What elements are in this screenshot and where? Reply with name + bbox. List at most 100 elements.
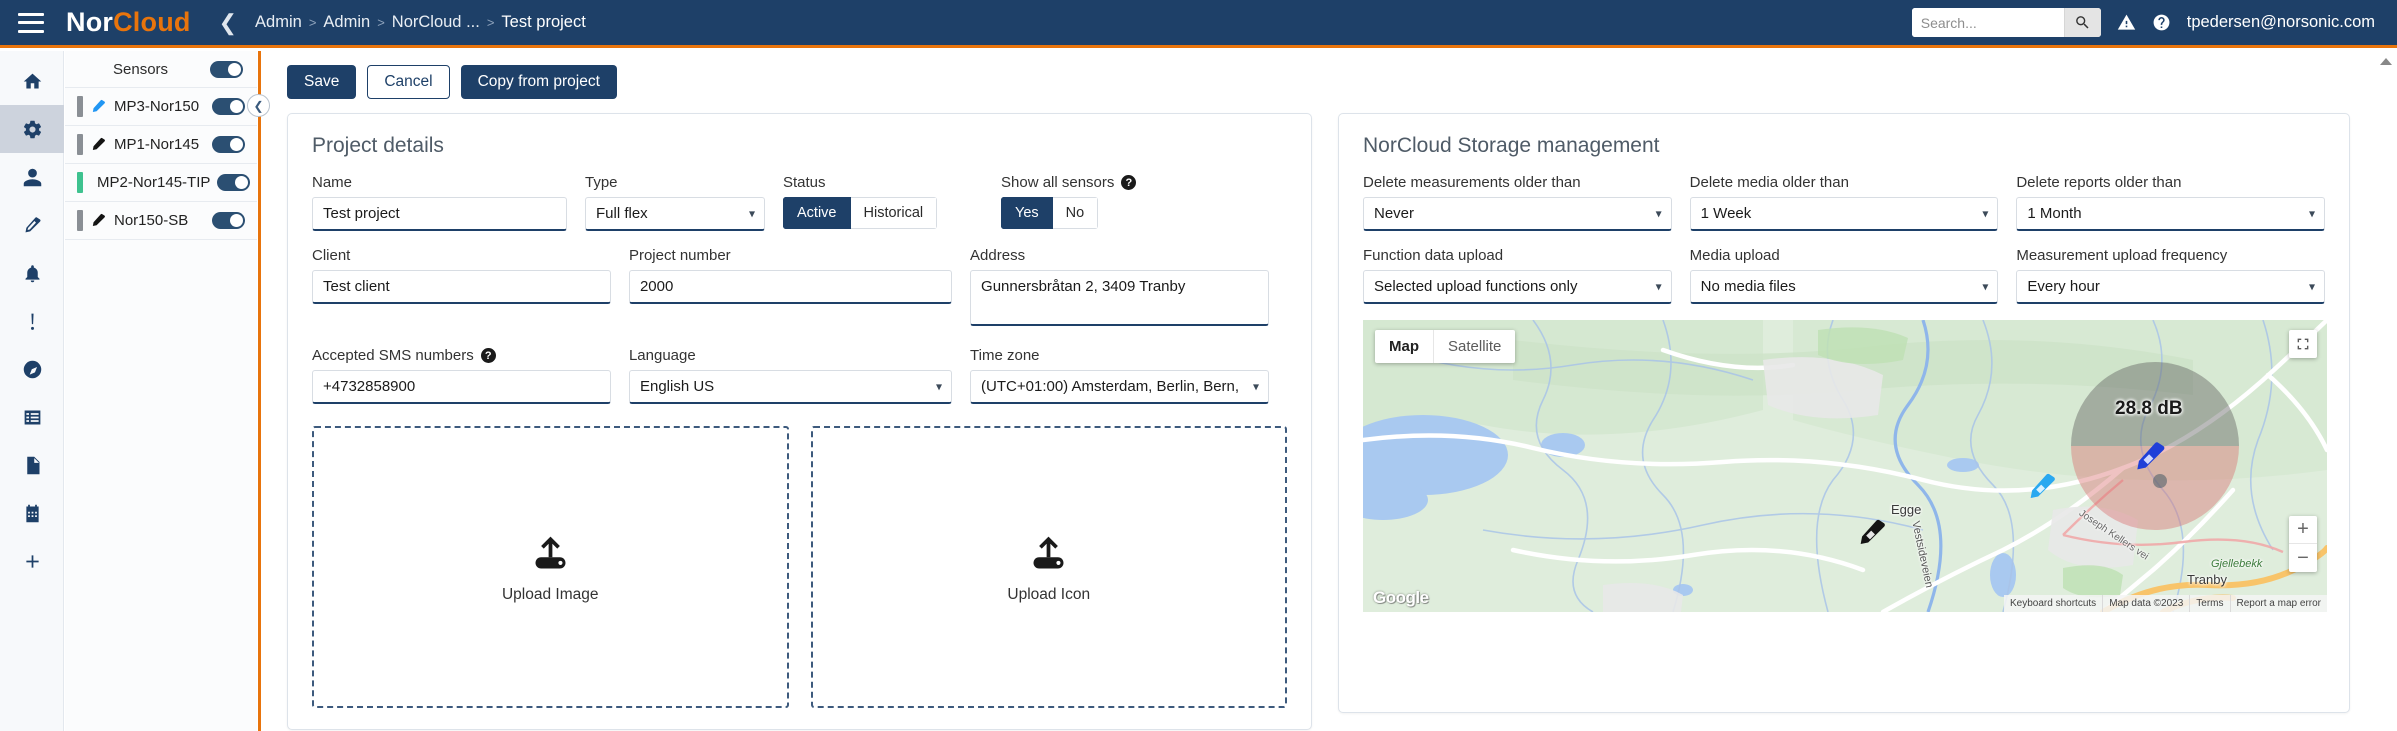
search-input[interactable] bbox=[1911, 8, 2064, 37]
action-bar: Save Cancel Copy from project bbox=[262, 51, 2397, 99]
field-project-number: Project number bbox=[628, 247, 953, 331]
upload-icon-dropzone[interactable]: Upload Icon bbox=[810, 426, 1287, 708]
sensor-toggle[interactable] bbox=[212, 136, 245, 153]
list-item[interactable]: MP2-Nor145-TIP bbox=[65, 164, 257, 202]
storage-management-card: NorCloud Storage management Delete measu… bbox=[1338, 113, 2350, 713]
upload-image-dropzone[interactable]: Upload Image bbox=[312, 426, 789, 708]
zoom-in-button[interactable]: + bbox=[2289, 516, 2317, 544]
field-label-show-all-sensors: Show all sensors ? bbox=[1001, 174, 1137, 191]
map-attr-report-error[interactable]: Report a map error bbox=[2229, 595, 2327, 612]
map-area-label-gjellebekk: Gjellebekk bbox=[2211, 558, 2263, 570]
timezone-select[interactable]: (UTC+01:00) Amsterdam, Berlin, Bern, Rom bbox=[970, 370, 1270, 404]
field-delete-measurements: Delete measurements older than Never ▾ bbox=[1363, 174, 1672, 231]
hamburger-menu-icon[interactable] bbox=[18, 12, 44, 33]
save-button[interactable]: Save bbox=[287, 65, 357, 99]
scroll-up-arrow[interactable] bbox=[2380, 58, 2392, 65]
name-input[interactable] bbox=[312, 197, 567, 231]
home-icon bbox=[23, 73, 41, 88]
chevron-left-icon[interactable]: ❮ bbox=[219, 11, 237, 34]
map-attr-keyboard-shortcuts[interactable]: Keyboard shortcuts bbox=[2004, 595, 2102, 612]
sidebar-item-explore[interactable] bbox=[0, 345, 64, 393]
search-icon[interactable] bbox=[2063, 8, 2101, 37]
breadcrumb-item-3[interactable]: Test project bbox=[501, 13, 585, 32]
project-number-input[interactable] bbox=[628, 270, 953, 304]
sensor-marker-lightblue[interactable] bbox=[2025, 470, 2059, 504]
user-icon bbox=[23, 168, 41, 186]
sidebar-item-add[interactable] bbox=[0, 537, 64, 585]
show-all-sensors-option-no[interactable]: No bbox=[1052, 197, 1099, 229]
list-item[interactable]: Nor150-SB bbox=[65, 202, 257, 240]
delete-reports-select[interactable]: 1 Month bbox=[2016, 197, 2326, 231]
warning-icon[interactable] bbox=[2117, 13, 2136, 32]
field-delete-media: Delete media older than 1 Week ▾ bbox=[1689, 174, 1999, 231]
help-icon[interactable]: ? bbox=[480, 348, 496, 363]
sensor-color-bar bbox=[77, 210, 83, 231]
show-all-sensors-option-yes[interactable]: Yes bbox=[1001, 197, 1053, 229]
list-item[interactable]: MP3-Nor150 bbox=[65, 88, 257, 126]
status-segmented-control: Active Historical bbox=[783, 197, 938, 229]
help-icon[interactable]: ? bbox=[1121, 175, 1137, 190]
breadcrumb-item-0[interactable]: Admin bbox=[255, 13, 302, 32]
sidebar-item-users[interactable] bbox=[0, 153, 64, 201]
sidebar-item-sensors[interactable] bbox=[0, 201, 64, 249]
sensors-panel: Sensors MP3-Nor150 MP1-Nor145 MP2-Nor145… bbox=[65, 51, 257, 731]
sensors-master-toggle[interactable] bbox=[210, 61, 243, 78]
field-delete-reports: Delete reports older than 1 Month ▾ bbox=[2016, 174, 2326, 231]
delete-measurements-select[interactable]: Never bbox=[1363, 197, 1672, 231]
sensor-marker-black[interactable] bbox=[1855, 516, 1889, 550]
map-tab-satellite[interactable]: Satellite bbox=[1433, 330, 1515, 363]
help-icon[interactable] bbox=[2152, 13, 2171, 32]
function-data-select[interactable]: Selected upload functions only bbox=[1363, 270, 1672, 304]
delete-media-select[interactable]: 1 Week bbox=[1689, 197, 1999, 231]
form-row-3: Accepted SMS numbers ? Language English … bbox=[312, 347, 1287, 404]
db-value-badge: 28.8 dB bbox=[2115, 398, 2183, 419]
type-select[interactable]: Full flex bbox=[585, 197, 765, 231]
map-widget[interactable]: Egge Tranby Vestsideveien Joseph Kellers… bbox=[1363, 320, 2327, 612]
field-label-delete-reports: Delete reports older than bbox=[2016, 174, 2182, 191]
zoom-out-button[interactable]: − bbox=[2289, 544, 2317, 572]
project-details-card: Project details Name Type Full flex ▾ bbox=[287, 113, 1312, 730]
map-attr-terms[interactable]: Terms bbox=[2189, 595, 2229, 612]
app-logo: NorCloud bbox=[66, 7, 191, 38]
map-tab-map[interactable]: Map bbox=[1375, 330, 1433, 363]
cancel-button[interactable]: Cancel bbox=[367, 65, 450, 99]
address-textarea[interactable]: Gunnersbråtan 2, 3409 Tranby bbox=[970, 270, 1270, 326]
user-email[interactable]: tpedersen@norsonic.com bbox=[2187, 13, 2375, 32]
measurement-frequency-select[interactable]: Every hour bbox=[2016, 270, 2326, 304]
sidebar-item-home[interactable] bbox=[0, 57, 64, 105]
breadcrumb-item-2[interactable]: NorCloud ... bbox=[392, 13, 480, 32]
sensor-marker-blue[interactable] bbox=[2131, 438, 2169, 476]
breadcrumb-separator: > bbox=[486, 15, 495, 30]
sms-input[interactable] bbox=[312, 370, 611, 404]
collapse-panel-button[interactable]: ❮ bbox=[247, 94, 270, 117]
sensor-toggle[interactable] bbox=[217, 174, 251, 191]
sidebar-item-alerts[interactable] bbox=[0, 297, 64, 345]
client-input[interactable] bbox=[312, 270, 611, 304]
cards-container: Project details Name Type Full flex ▾ bbox=[262, 99, 2397, 730]
field-media-upload: Media upload No media files ▾ bbox=[1689, 247, 1999, 304]
copy-from-project-button[interactable]: Copy from project bbox=[460, 65, 617, 99]
sidebar-item-reports[interactable] bbox=[0, 441, 64, 489]
calendar-icon bbox=[25, 504, 39, 522]
breadcrumb-item-1[interactable]: Admin bbox=[323, 13, 370, 32]
status-option-historical[interactable]: Historical bbox=[850, 197, 938, 229]
media-upload-select[interactable]: No media files bbox=[1689, 270, 1999, 304]
sidebar-item-notifications[interactable] bbox=[0, 249, 64, 297]
status-option-active[interactable]: Active bbox=[783, 197, 851, 229]
sidebar-item-settings[interactable] bbox=[0, 105, 64, 153]
sidebar-item-calendar[interactable] bbox=[0, 489, 64, 537]
upload-image-label: Upload Image bbox=[501, 585, 599, 603]
form-row-1: Name Type Full flex ▾ Status Active bbox=[312, 174, 1287, 231]
list-item[interactable]: MP1-Nor145 bbox=[65, 126, 257, 164]
fullscreen-icon[interactable] bbox=[2289, 330, 2317, 358]
sidebar-item-list[interactable] bbox=[0, 393, 64, 441]
sensors-header: Sensors bbox=[65, 51, 257, 88]
sensor-toggle[interactable] bbox=[212, 98, 245, 115]
breadcrumb-separator: > bbox=[308, 15, 317, 30]
language-select[interactable]: English US bbox=[628, 370, 953, 404]
field-measurement-frequency: Measurement upload frequency Every hour … bbox=[2016, 247, 2326, 304]
sensor-toggle[interactable] bbox=[212, 212, 245, 229]
sensor-color-bar bbox=[77, 134, 83, 155]
logo-nor: Nor bbox=[66, 7, 114, 37]
field-label-project-number: Project number bbox=[628, 247, 731, 264]
